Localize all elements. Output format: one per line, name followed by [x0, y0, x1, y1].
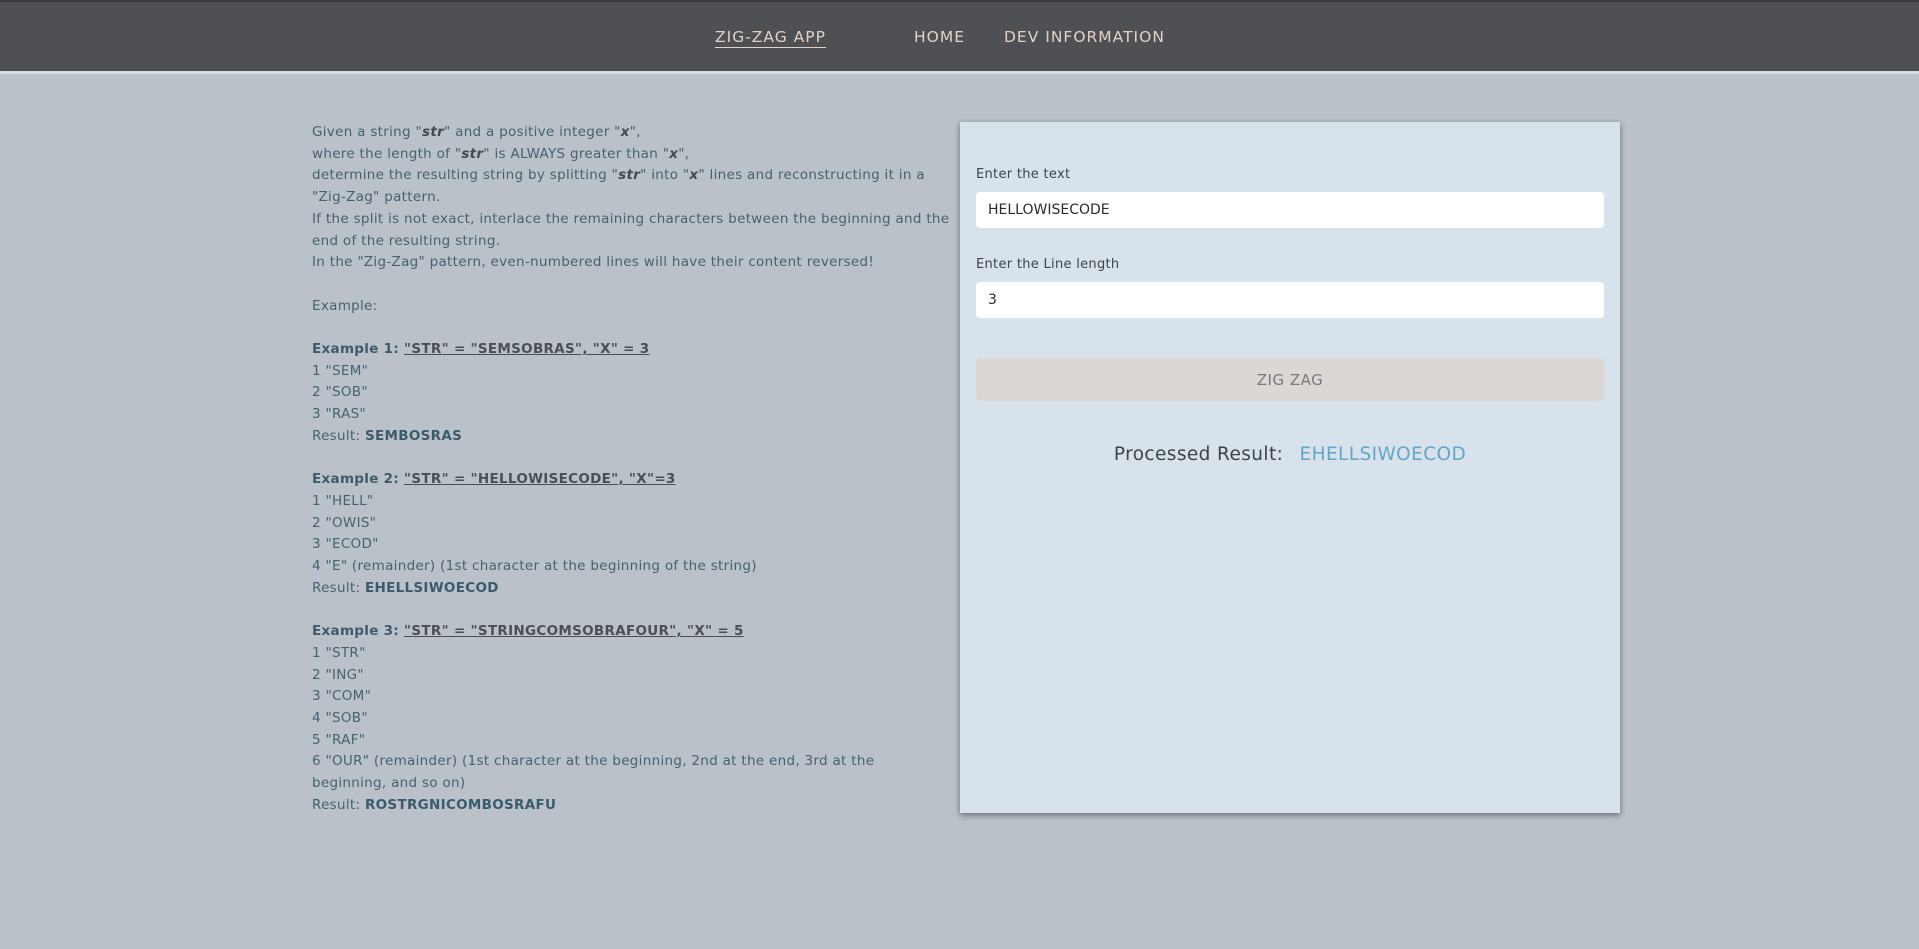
example-step: 1 "STR"	[312, 644, 366, 661]
example-step: 1 "HELL"	[312, 492, 374, 509]
nav-home-link[interactable]: HOME	[914, 28, 965, 46]
example-2: Example 2: "STR" = "HELLOWISECODE", "X"=…	[312, 469, 952, 599]
line-length-label: Enter the Line length	[976, 257, 1120, 272]
example-title: Example 2: "STR" = "HELLOWISECODE", "X"=…	[312, 471, 676, 488]
example-3: Example 3: "STR" = "STRINGCOMSOBRAFOUR",…	[312, 621, 952, 816]
line-length-input[interactable]	[976, 282, 1604, 318]
example-step: 4 "SOB"	[312, 709, 368, 726]
description-line-1: Given a string "str" and a positive inte…	[312, 124, 641, 140]
example-step: 5 "RAF"	[312, 731, 366, 748]
example-step: 3 "ECOD"	[312, 536, 379, 553]
example-step: 2 "OWIS"	[312, 514, 377, 531]
brand-link[interactable]: ZIG-ZAG APP	[715, 28, 826, 46]
text-input[interactable]	[976, 192, 1604, 228]
description-line-2: where the length of "str" is ALWAYS grea…	[312, 145, 690, 162]
description-line-4: If the split is not exact, interlace the…	[312, 210, 950, 249]
example-1: Example 1: "STR" = "SEMSOBRAS", "X" = 3 …	[312, 339, 952, 448]
example-step: 1 "SEM"	[312, 362, 369, 379]
processed-result-value: EHELLSIWOECOD	[1299, 444, 1467, 465]
example-step: 3 "COM"	[312, 688, 372, 705]
zigzag-form-panel: Enter the text Enter the Line length ZIG…	[960, 122, 1620, 813]
zig-zag-button[interactable]: ZIG ZAG	[976, 358, 1604, 401]
processed-result-label: Processed Result:	[1113, 444, 1284, 465]
description-line-3: determine the resulting string by splitt…	[312, 167, 925, 206]
example-step: 3 "RAS"	[312, 406, 367, 423]
navbar: ZIG-ZAG APP HOME DEV INFORMATION	[0, 0, 1919, 74]
example-step: 4 "E" (remainder) (1st character at the …	[312, 558, 757, 575]
nav-dev-information-link[interactable]: DEV INFORMATION	[1004, 28, 1165, 46]
description-line-5: In the "Zig-Zag" pattern, even-numbered …	[312, 254, 875, 271]
processed-result: Processed Result: EHELLSIWOECOD	[960, 444, 1620, 465]
example-result: Result: SEMBOSRAS	[312, 427, 463, 444]
example-heading: Example:	[312, 297, 378, 314]
text-field-label: Enter the text	[976, 167, 1071, 182]
example-step: 6 "OUR" (remainder) (1st character at th…	[312, 753, 875, 792]
problem-description: Given a string "str" and a positive inte…	[312, 122, 952, 816]
example-title: Example 3: "STR" = "STRINGCOMSOBRAFOUR",…	[312, 623, 744, 640]
example-step: 2 "ING"	[312, 666, 364, 683]
example-step: 2 "SOB"	[312, 384, 368, 401]
example-result: Result: ROSTRGNICOMBOSRAFU	[312, 796, 557, 813]
example-result: Result: EHELLSIWOECOD	[312, 579, 499, 596]
example-title: Example 1: "STR" = "SEMSOBRAS", "X" = 3	[312, 341, 650, 357]
